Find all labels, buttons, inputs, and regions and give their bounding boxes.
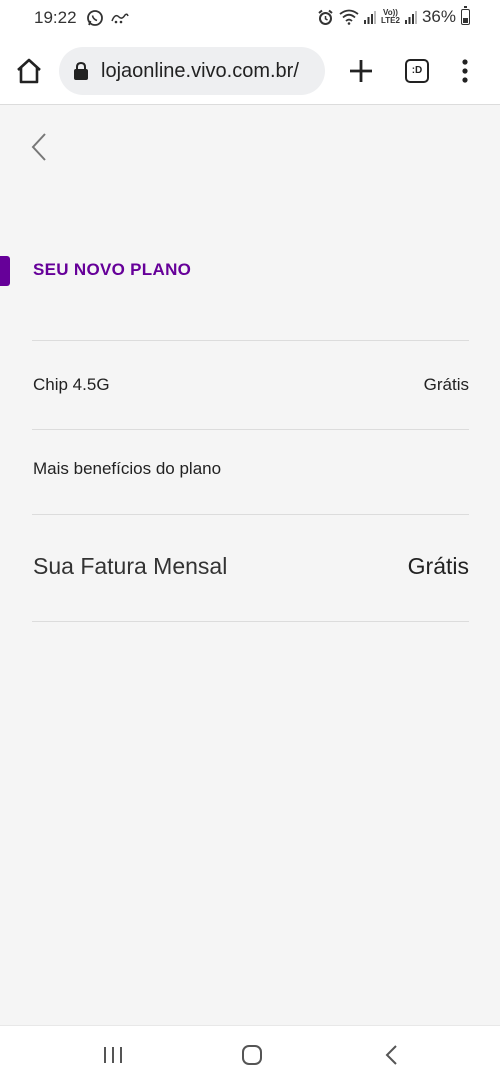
back-nav-icon[interactable] — [380, 1043, 404, 1067]
battery-percent: 36% — [421, 7, 456, 26]
signal-icon — [404, 11, 417, 24]
alarm-icon — [318, 9, 333, 25]
browser-toolbar: lojaonline.vivo.com.br/ :D — [0, 36, 500, 105]
divider — [32, 340, 469, 341]
url-text: lojaonline.vivo.com.br/ — [101, 60, 299, 82]
lte-badge-bottom: LTE2 — [381, 16, 400, 25]
back-arrow-icon[interactable] — [28, 131, 50, 163]
app-notification-icon — [111, 13, 129, 24]
status-bar: 19:22 Vo)) LTE2 36% — [0, 0, 500, 36]
signal-icon — [364, 11, 376, 24]
home-button-icon[interactable] — [240, 1043, 264, 1067]
wifi-icon — [339, 9, 359, 25]
menu-icon[interactable] — [455, 58, 475, 84]
address-bar[interactable]: lojaonline.vivo.com.br/ — [59, 47, 325, 95]
lte-badge: Vo)) LTE2 — [381, 9, 400, 25]
battery-icon — [461, 6, 470, 25]
page-content: SEU NOVO PLANO Chip 4.5G Grátis Mais ben… — [0, 105, 500, 1025]
system-nav-bar — [0, 1025, 500, 1084]
status-system-icons: Vo)) LTE2 36% — [317, 6, 470, 27]
section-title: SEU NOVO PLANO — [33, 260, 192, 279]
plus-icon[interactable] — [348, 58, 374, 84]
tabs-icon[interactable]: :D — [405, 59, 429, 83]
status-time: 19:22 — [34, 8, 77, 27]
divider — [32, 621, 469, 622]
divider — [32, 514, 469, 515]
plan-item-value: Grátis — [423, 375, 469, 394]
divider — [32, 429, 469, 430]
total-label: Sua Fatura Mensal — [33, 553, 228, 579]
section-accent-bar — [0, 256, 10, 286]
status-notification-icons — [86, 9, 130, 27]
whatsapp-icon — [87, 10, 103, 26]
lock-icon — [74, 62, 88, 80]
recent-apps-icon[interactable] — [101, 1043, 125, 1067]
home-icon[interactable] — [14, 56, 44, 86]
total-value: Grátis — [407, 553, 469, 579]
plan-item-label: Chip 4.5G — [33, 375, 110, 394]
plan-benefits-link[interactable]: Mais benefícios do plano — [33, 459, 221, 479]
